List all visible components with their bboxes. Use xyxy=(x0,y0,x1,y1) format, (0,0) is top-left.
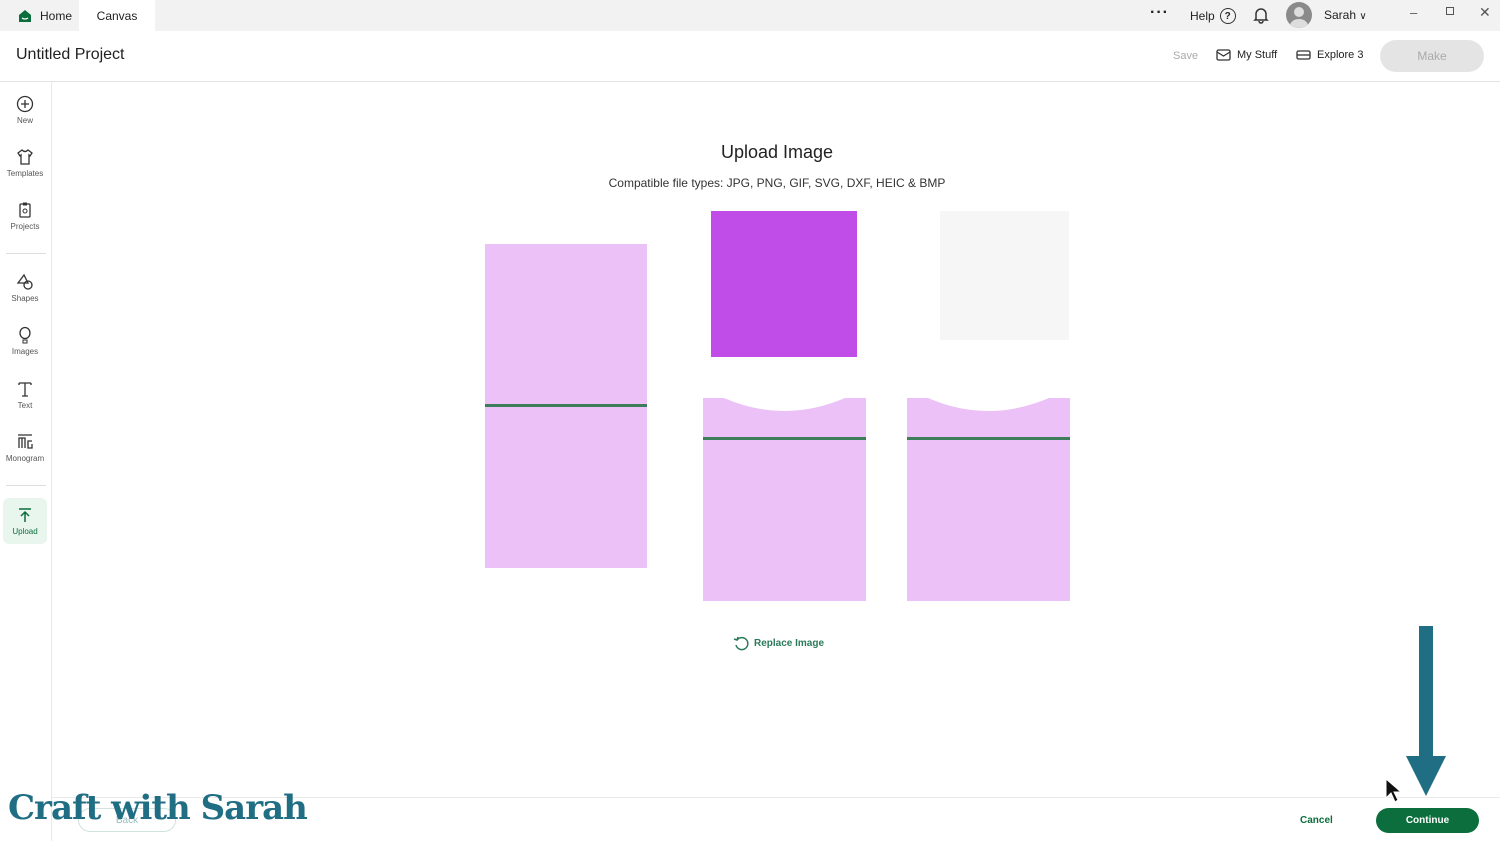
restore-button[interactable] xyxy=(1446,7,1454,15)
sidebar-label: Upload xyxy=(12,527,38,536)
tab-canvas[interactable]: Canvas xyxy=(79,0,155,31)
sidebar-label: New xyxy=(16,116,33,125)
bell-icon[interactable] xyxy=(1253,6,1269,24)
upload-icon xyxy=(19,508,31,522)
envelope-icon xyxy=(1216,49,1231,61)
sidebar-label: Shapes xyxy=(11,294,39,303)
make-button[interactable]: Make xyxy=(1380,40,1484,72)
tshirt-icon xyxy=(17,149,33,165)
refresh-icon xyxy=(733,636,749,651)
my-stuff-label: My Stuff xyxy=(1237,49,1278,61)
plus-circle-icon xyxy=(16,95,34,113)
project-header: Untitled Project Save My Stuff Explore 3… xyxy=(0,31,1500,82)
sidebar-item-monogram[interactable]: Monogram xyxy=(3,425,47,471)
replace-image-button[interactable]: Replace Image xyxy=(733,635,824,652)
machine-button[interactable]: Explore 3 xyxy=(1296,49,1363,61)
machine-label: Explore 3 xyxy=(1317,49,1364,61)
sidebar-item-shapes[interactable]: Shapes xyxy=(3,265,47,311)
sidebar-label: Templates xyxy=(6,169,44,178)
sidebar: New Templates Projects Shapes Images Tex… xyxy=(0,82,52,841)
sidebar-divider xyxy=(6,485,46,486)
sidebar-label: Images xyxy=(11,347,39,356)
sidebar-label: Projects xyxy=(10,222,40,231)
my-stuff-button[interactable]: My Stuff xyxy=(1216,49,1277,61)
save-button[interactable]: Save xyxy=(1173,50,1198,62)
clipboard-icon xyxy=(19,202,31,218)
monogram-icon xyxy=(18,434,33,449)
sidebar-divider xyxy=(6,253,46,254)
user-name: Sarah xyxy=(1324,8,1357,22)
sidebar-item-images[interactable]: Images xyxy=(3,318,47,364)
preview-rectangle xyxy=(485,244,647,568)
replace-image-label: Replace Image xyxy=(754,638,825,649)
sidebar-item-upload[interactable]: Upload xyxy=(3,498,47,544)
sidebar-item-templates[interactable]: Templates xyxy=(3,140,47,186)
preview-blank-square xyxy=(940,211,1069,340)
machine-icon xyxy=(1296,49,1311,60)
sidebar-item-new[interactable]: New xyxy=(3,87,47,133)
arrow-down-annotation xyxy=(1406,626,1446,796)
continue-button[interactable]: Continue xyxy=(1376,808,1479,833)
sidebar-label: Monogram xyxy=(5,454,45,463)
close-button[interactable]: ✕ xyxy=(1479,4,1491,21)
sidebar-label: Text xyxy=(17,401,33,410)
chevron-down-icon: ∨ xyxy=(1359,11,1367,22)
preview-purple-square xyxy=(711,211,857,357)
shapes-icon xyxy=(16,273,33,290)
home-icon xyxy=(19,9,31,22)
user-menu[interactable]: Sarah ∨ xyxy=(1324,8,1367,22)
watermark-logo: Craft with Sarah xyxy=(8,788,308,828)
help-label: Help xyxy=(1190,9,1215,23)
sidebar-item-projects[interactable]: Projects xyxy=(3,193,47,239)
project-title: Untitled Project xyxy=(16,46,125,63)
help-button[interactable]: Help ? xyxy=(1190,8,1236,24)
sidebar-item-text[interactable]: Text xyxy=(3,372,47,418)
balloon-icon xyxy=(19,326,31,344)
more-icon[interactable]: ··· xyxy=(1150,4,1169,22)
text-icon xyxy=(18,382,32,397)
tab-home-label: Home xyxy=(40,8,73,23)
title-bar: Home Canvas ··· Help ? Sarah ∨ – ✕ xyxy=(0,0,1500,31)
file-types-text: Compatible file types: JPG, PNG, GIF, SV… xyxy=(608,176,946,190)
minimize-button[interactable]: – xyxy=(1410,5,1417,20)
preview-shirt-back xyxy=(907,398,1070,601)
upload-title: Upload Image xyxy=(720,142,834,162)
help-icon: ? xyxy=(1219,8,1236,24)
mouse-cursor-icon xyxy=(1385,778,1403,803)
preview-shirt-front xyxy=(703,398,866,601)
tab-home[interactable]: Home xyxy=(0,0,90,31)
avatar[interactable] xyxy=(1286,2,1312,28)
cancel-button[interactable]: Cancel xyxy=(1300,815,1333,826)
tab-canvas-label: Canvas xyxy=(96,8,138,23)
